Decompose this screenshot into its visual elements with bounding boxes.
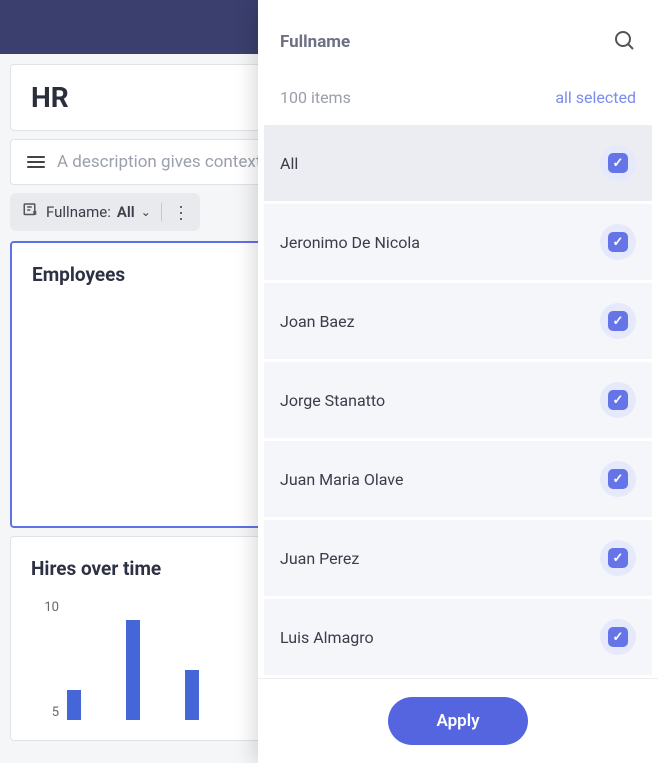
chart-bar — [126, 620, 140, 720]
filter-item-label: Luis Almagro — [280, 628, 374, 647]
checkbox-wrap[interactable]: ✓ — [600, 303, 636, 339]
checkbox-wrap[interactable]: ✓ — [600, 540, 636, 576]
filter-item-label: Juan Perez — [280, 549, 359, 568]
description-placeholder: A description gives context — [57, 152, 261, 172]
filter-item-label: Jorge Stanatto — [280, 391, 385, 410]
filter-icon — [22, 201, 40, 223]
filter-item-label: Jeronimo De Nicola — [280, 233, 420, 252]
divider — [161, 203, 162, 221]
filter-item-all[interactable]: All ✓ — [264, 125, 652, 204]
filter-list[interactable]: All ✓ Jeronimo De Nicola✓Joan Baez✓Jorge… — [258, 125, 658, 678]
items-count-label: 100 items — [280, 88, 351, 107]
filter-item[interactable]: Joan Baez ✓ — [264, 283, 652, 362]
filter-item-label: All — [280, 154, 298, 173]
filter-item[interactable]: Juan Maria Olave ✓ — [264, 441, 652, 520]
filter-item[interactable]: Jorge Stanatto ✓ — [264, 362, 652, 441]
y-tick: 10 — [31, 600, 59, 615]
filter-item[interactable]: Juan Perez ✓ — [264, 520, 652, 599]
filter-item-label: Juan Maria Olave — [280, 470, 403, 489]
checkbox-wrap[interactable]: ✓ — [600, 382, 636, 418]
chart-bar — [185, 670, 199, 720]
checkbox-checked-icon: ✓ — [608, 232, 628, 252]
checkbox-checked-icon: ✓ — [608, 627, 628, 647]
filter-chip-value: All — [117, 203, 135, 221]
chart-bar — [67, 690, 81, 720]
filter-panel: Fullname 100 items all selected All ✓ Je… — [258, 0, 658, 763]
filter-panel-title: Fullname — [280, 32, 350, 52]
filter-item[interactable]: Luis Almagro ✓ — [264, 599, 652, 678]
checkbox-checked-icon: ✓ — [608, 390, 628, 410]
checkbox-wrap[interactable]: ✓ — [600, 224, 636, 260]
apply-button[interactable]: Apply — [388, 697, 527, 745]
checkbox-wrap[interactable]: ✓ — [600, 619, 636, 655]
filter-item-label: Joan Baez — [280, 312, 355, 331]
filter-chip-fullname[interactable]: Fullname: All ⌄ ⋯ — [10, 193, 200, 231]
checkbox-checked-icon: ✓ — [608, 311, 628, 331]
hamburger-icon — [27, 156, 45, 168]
checkbox-checked-icon: ✓ — [608, 469, 628, 489]
chevron-down-icon: ⌄ — [141, 205, 151, 219]
search-icon[interactable] — [612, 28, 636, 56]
checkbox-checked-icon: ✓ — [608, 153, 628, 173]
more-dots-icon[interactable]: ⋯ — [171, 204, 189, 220]
checkbox-wrap[interactable]: ✓ — [600, 145, 636, 181]
all-selected-label[interactable]: all selected — [555, 88, 636, 107]
y-tick: 5 — [31, 705, 59, 720]
checkbox-checked-icon: ✓ — [608, 548, 628, 568]
checkbox-wrap[interactable]: ✓ — [600, 461, 636, 497]
filter-item[interactable]: Jeronimo De Nicola ✓ — [264, 204, 652, 283]
filter-chip-label: Fullname: — [46, 203, 111, 221]
